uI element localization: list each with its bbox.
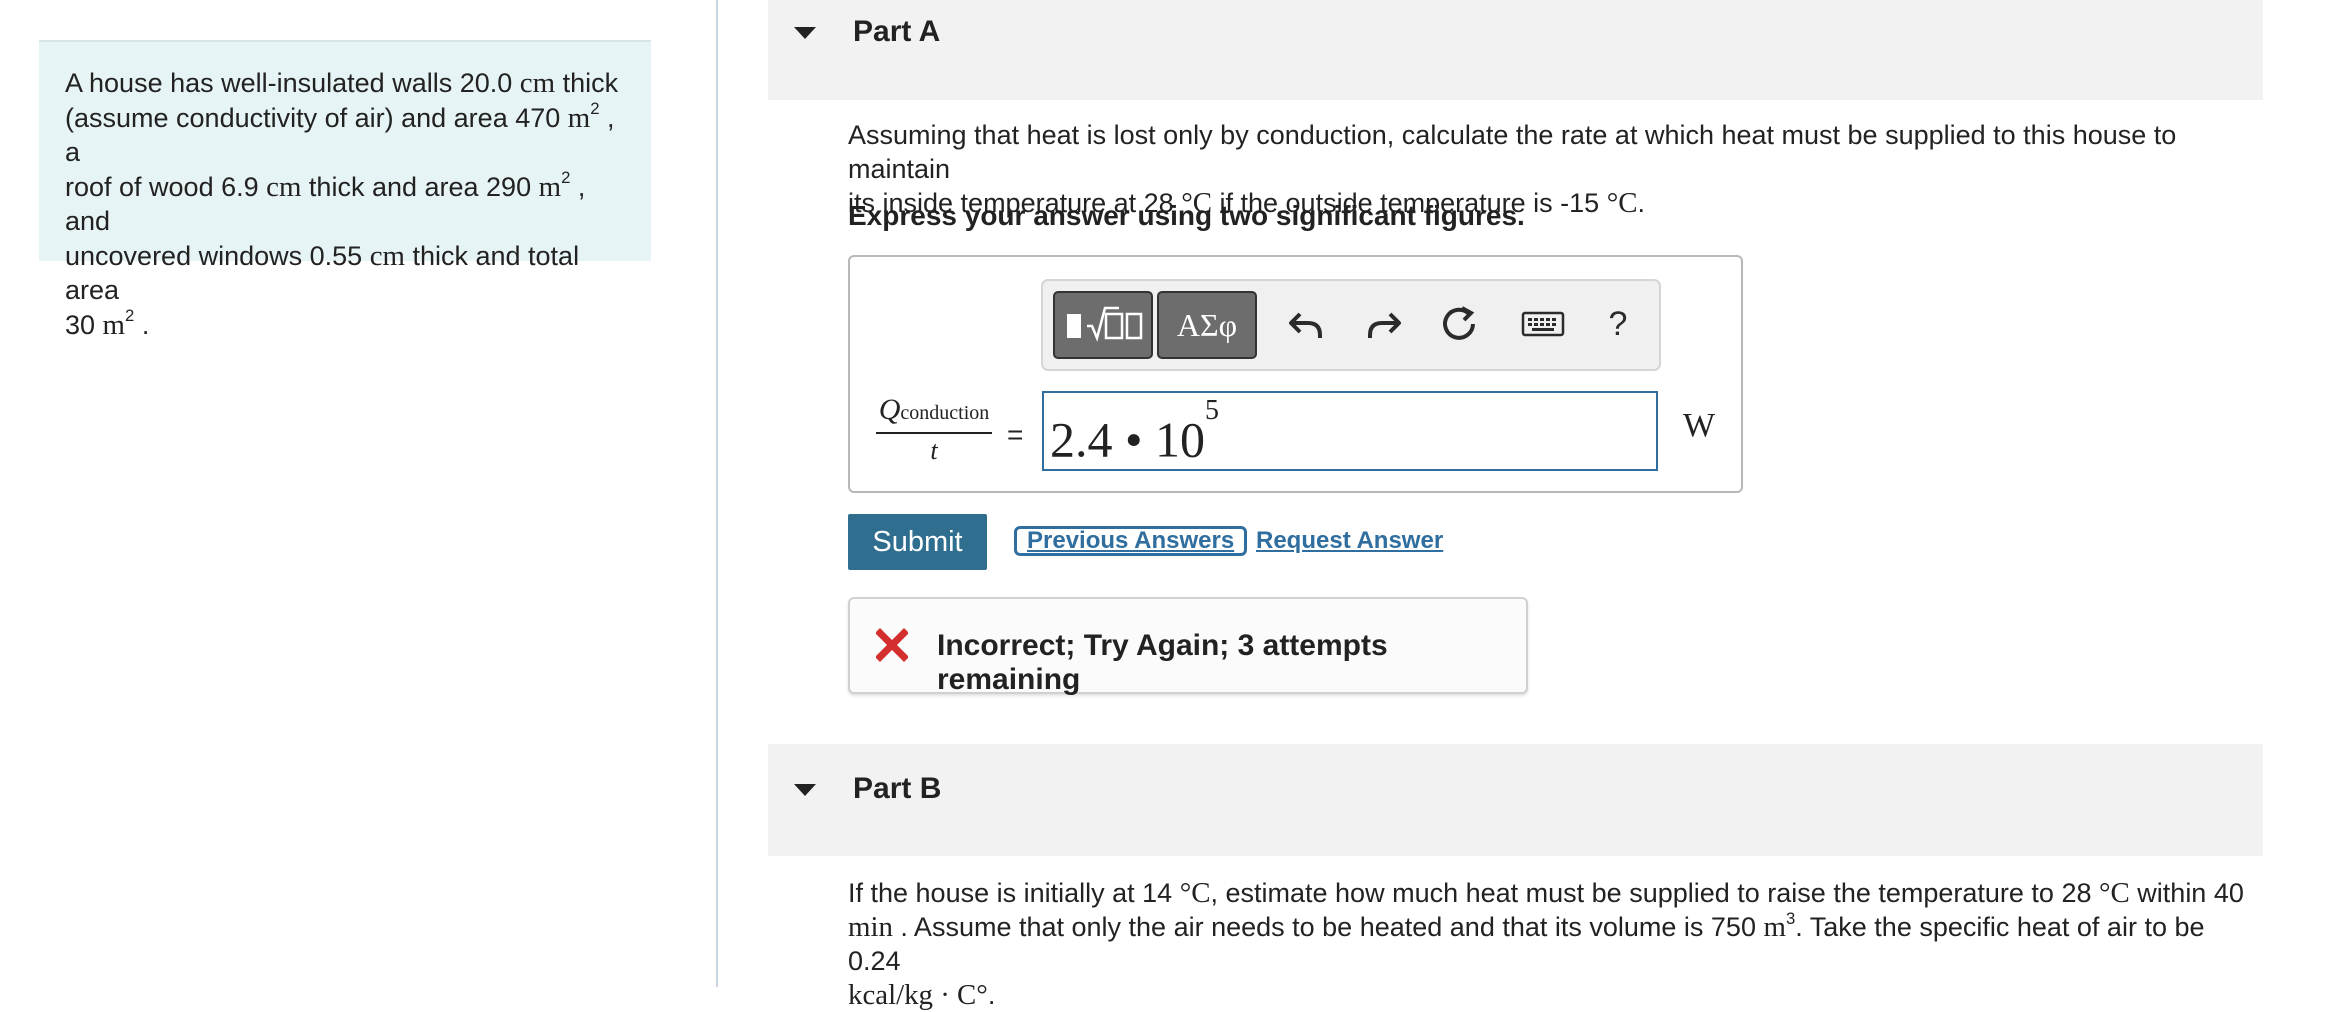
equals-sign: =	[1007, 419, 1024, 450]
incorrect-x-icon	[876, 628, 908, 662]
undo-icon[interactable]	[1281, 299, 1331, 349]
part-b-header[interactable]: Part B	[768, 744, 2263, 856]
help-button[interactable]: ?	[1593, 299, 1643, 349]
submit-button[interactable]: Submit	[848, 514, 987, 570]
problem-line-4: uncovered windows 0.55 cm thick and tota…	[65, 239, 580, 306]
part-a-header[interactable]: Part A	[768, 0, 2263, 100]
previous-answers-link[interactable]: Previous Answers	[1014, 526, 1248, 556]
answer-instruction: Express your answer using two significan…	[848, 200, 1525, 231]
keyboard-icon[interactable]	[1515, 299, 1571, 349]
request-answer-link[interactable]: Request Answer	[1256, 526, 1443, 556]
part-b-question-line-3: kcal/kg · C°.	[848, 979, 996, 1011]
part-b-title: Part B	[853, 772, 942, 805]
answer-input[interactable]: 2.4 • 105	[1042, 391, 1658, 471]
reset-icon[interactable]	[1435, 299, 1485, 349]
answer-unit: W	[1683, 407, 1716, 444]
problem-line-5: 30 m2 .	[65, 306, 150, 341]
problem-statement: A house has well-insulated walls 20.0 cm…	[39, 40, 651, 341]
problem-line-3: roof of wood 6.9 cm thick and area 290 m…	[65, 168, 586, 236]
column-divider	[716, 0, 718, 987]
part-a-title: Part A	[853, 15, 941, 48]
part-b-question-line-2: min . Assume that only the air needs to …	[848, 908, 2205, 976]
problem-line-1: A house has well-insulated walls 20.0 cm…	[65, 67, 619, 99]
collapse-caret-icon[interactable]	[794, 784, 816, 796]
redo-icon[interactable]	[1359, 299, 1409, 349]
feedback-message: Incorrect; Try Again; 3 attempts remaini…	[848, 597, 1528, 696]
part-b-question-line-1: If the house is initially at 14 °C, esti…	[848, 877, 2244, 909]
math-toolbar: ΑΣφ ?	[1041, 279, 1661, 371]
templates-icon	[1067, 306, 1143, 342]
part-a-question-line-1: Assuming that heat is lost only by condu…	[848, 120, 2177, 184]
answer-box: ΑΣφ ? Qconduction t = 2.4 • 105 W	[848, 255, 1743, 493]
symbols-button[interactable]: ΑΣφ	[1157, 291, 1257, 359]
templates-button[interactable]	[1053, 291, 1153, 359]
collapse-caret-icon[interactable]	[794, 27, 816, 39]
problem-line-2: (assume conductivity of air) and area 47…	[65, 99, 615, 167]
feedback-text: Incorrect; Try Again; 3 attempts remaini…	[937, 629, 1388, 696]
fraction-denominator: t	[930, 436, 938, 465]
part-b-question: If the house is initially at 14 °C, esti…	[848, 876, 2248, 1012]
fraction-numerator: Qconduction	[878, 393, 990, 426]
answer-variable-fraction: Qconduction t	[876, 393, 992, 465]
fraction-bar	[876, 432, 992, 434]
